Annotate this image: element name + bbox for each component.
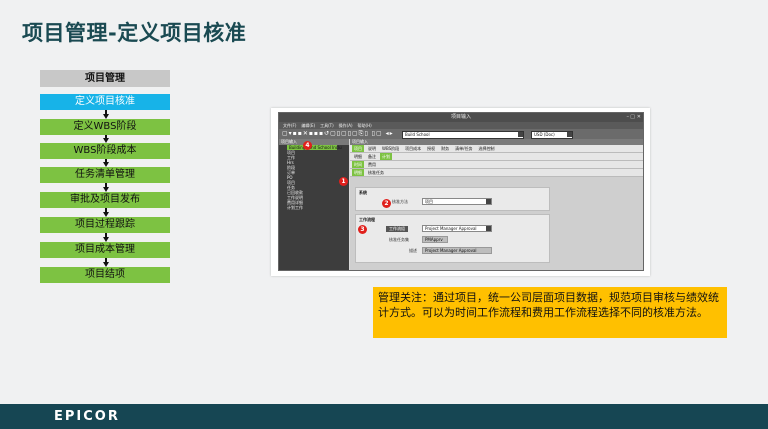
tab[interactable]: 备注	[366, 153, 378, 160]
flow-step: 项目结项	[40, 267, 170, 283]
tab[interactable]: 选择控制	[477, 145, 497, 152]
workflow-section: 工作流程 工作流组 Project Manager Approval 核准任务集…	[355, 214, 550, 263]
tab[interactable]: 明细	[352, 169, 364, 176]
tab[interactable]: 项目	[352, 145, 364, 152]
workflow-group-select[interactable]: Project Manager Approval	[422, 225, 492, 232]
tab[interactable]: 授权	[425, 145, 437, 152]
chevron-down-icon[interactable]	[567, 132, 572, 137]
tab-row: 明细 核准任务	[350, 169, 643, 177]
description-label: 描述	[409, 248, 417, 253]
flow-step: 审批及项目发布	[40, 192, 170, 208]
tree-panel: 项目输入 Building Land School Inclu 项目 工作 Hrs 阶段…	[279, 139, 349, 270]
minimize-icon[interactable]: –	[627, 113, 630, 122]
flow-step: 定义项目核准	[40, 94, 170, 110]
flow-step: 项目过程跟踪	[40, 217, 170, 233]
callout-badge-1: 1	[339, 177, 348, 186]
workflow-section-title: 工作流程	[359, 217, 375, 222]
close-icon[interactable]: ✕	[637, 113, 641, 122]
tree-item[interactable]: 计划工作	[279, 205, 349, 210]
footer-bar: EPICOR	[0, 404, 768, 429]
flow-header: 项目管理	[40, 70, 170, 87]
flow-step: 项目成本管理	[40, 242, 170, 258]
task-set-label: 核准任务集	[389, 237, 409, 242]
flow-step: 任务清单管理	[40, 167, 170, 183]
app-window: 项目输入 – □ ✕ 文件(F) 编辑(E) 工具(T) 操作(A) 帮助(H) ▢▾▪…	[278, 112, 644, 271]
description-field[interactable]: Project Manager Approval	[422, 247, 492, 254]
chevron-down-icon[interactable]	[518, 132, 523, 137]
system-section-title: 系统	[359, 190, 367, 195]
currency-combo[interactable]: USD (Doc)	[531, 131, 573, 139]
approval-method-label: 核准方法	[392, 199, 408, 204]
menu-item[interactable]: 工具(T)	[320, 123, 334, 128]
workflow-group-label: 工作流组	[386, 226, 408, 232]
tab[interactable]: WBS阶段	[380, 145, 401, 152]
tab[interactable]: 费用	[366, 161, 378, 168]
window-title: 项目输入	[450, 114, 471, 120]
tab-row: 明细 备注 计划	[350, 153, 643, 161]
tab[interactable]: 说明	[366, 145, 378, 152]
callout-badge-2: 2	[382, 199, 391, 208]
task-set-field[interactable]: PMApprv	[422, 236, 448, 243]
window-title-bar: 项目输入 – □ ✕	[279, 113, 643, 122]
tab-rows: 项目 说明 WBS阶段 项目成本 授权 财务 清单/任务 选择控制 明细 备注 计划 时间 费用 明细 核准…	[350, 145, 643, 177]
project-combo[interactable]: Build School	[402, 131, 524, 139]
menu-item[interactable]: 编辑(E)	[301, 123, 315, 128]
menu-item[interactable]: 操作(A)	[339, 123, 353, 128]
management-note: 管理关注：通过项目，统一公司层面项目数据，规范项目审核与绩效统计方式。可以为时间…	[373, 287, 727, 338]
tab[interactable]: 清单/任务	[453, 145, 474, 152]
epicor-logo: EPICOR	[54, 409, 120, 424]
menu-item[interactable]: 文件(F)	[283, 123, 296, 128]
flow-step: WBS阶段成本	[40, 143, 170, 159]
maximize-icon[interactable]: □	[630, 113, 635, 122]
tab[interactable]: 计划	[380, 153, 392, 160]
tab-row: 时间 费用	[350, 161, 643, 169]
approval-method-select[interactable]: 项目	[422, 198, 492, 205]
page-title: 项目管理-定义项目核准	[22, 21, 247, 45]
main-panel: 项目输入 项目 说明 WBS阶段 项目成本 授权 财务 清单/任务 选择控制 明细 备注 计划 时间费…	[350, 139, 643, 270]
toolbar: ▢▾▪▪✕▪▪▪↺▢▯▢▯▢⎘▯ ▯▢ ◂▸ Build School USD …	[279, 129, 643, 139]
chevron-down-icon[interactable]	[486, 226, 491, 231]
tree-list: Building Land School Inclu 项目 工作 Hrs 阶段 订单 PO 项…	[279, 145, 349, 210]
tab[interactable]: 核准任务	[366, 169, 386, 176]
callout-badge-3: 3	[358, 225, 367, 234]
flow-step: 定义WBS阶段	[40, 119, 170, 135]
chevron-down-icon[interactable]	[486, 199, 491, 204]
menu-bar: 文件(F) 编辑(E) 工具(T) 操作(A) 帮助(H)	[279, 122, 643, 129]
tab[interactable]: 时间	[352, 161, 364, 168]
tab-row: 项目 说明 WBS阶段 项目成本 授权 财务 清单/任务 选择控制	[350, 145, 643, 153]
tab[interactable]: 项目成本	[403, 145, 423, 152]
callout-badge-4: 4	[303, 141, 312, 150]
tab[interactable]: 财务	[439, 145, 451, 152]
tab[interactable]: 明细	[352, 153, 364, 160]
toolbar-icons[interactable]: ▢▾▪▪✕▪▪▪↺▢▯▢▯▢⎘▯ ▯▢ ◂▸	[282, 130, 394, 138]
menu-item[interactable]: 帮助(H)	[358, 123, 372, 128]
